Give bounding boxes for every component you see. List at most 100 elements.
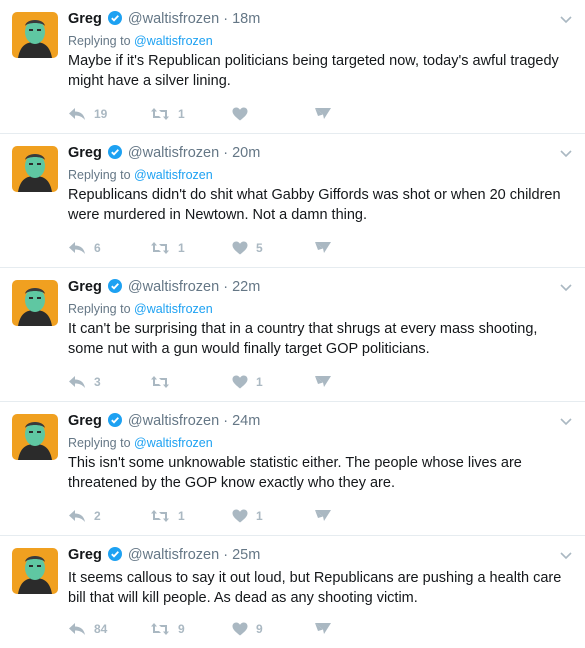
direct-message-button[interactable]: [314, 375, 396, 389]
tweet[interactable]: Greg @waltisfrozen · 24m Replying to @wa…: [0, 402, 585, 536]
reply-count: 2: [94, 509, 101, 523]
reply-button[interactable]: 2: [68, 509, 150, 523]
user-handle[interactable]: @waltisfrozen: [128, 279, 219, 295]
chevron-down-icon[interactable]: [559, 548, 573, 560]
replying-to-label: Replying to: [68, 302, 135, 316]
tweet-text: Republicans didn't do shit what Gabby Gi…: [68, 187, 561, 223]
retweet-button[interactable]: 9: [150, 622, 232, 636]
retweet-icon: [151, 510, 169, 522]
chevron-down-icon[interactable]: [559, 280, 573, 292]
like-button[interactable]: 5: [232, 241, 314, 255]
separator-dot: ·: [223, 11, 229, 27]
chevron-down-icon[interactable]: [559, 414, 573, 426]
user-handle[interactable]: @waltisfrozen: [128, 413, 219, 429]
tweet-header: Greg @waltisfrozen · 22m: [68, 278, 545, 298]
display-name[interactable]: Greg: [68, 145, 102, 161]
display-name[interactable]: Greg: [68, 11, 102, 27]
replying-to-link[interactable]: @waltisfrozen: [134, 168, 213, 182]
retweet-count: 9: [178, 622, 185, 636]
avatar[interactable]: [12, 146, 58, 192]
separator-dot: ·: [223, 547, 229, 563]
avatar-image: [12, 414, 58, 460]
direct-message-button[interactable]: [314, 622, 396, 636]
user-handle[interactable]: @waltisfrozen: [128, 145, 219, 161]
envelope-icon: [315, 108, 331, 119]
envelope-icon: [315, 242, 331, 253]
reply-icon: [69, 242, 85, 254]
reply-button[interactable]: 3: [68, 375, 150, 389]
retweet-button[interactable]: 1: [150, 509, 232, 523]
avatar[interactable]: [12, 280, 58, 326]
like-button[interactable]: 1: [232, 509, 314, 523]
like-button[interactable]: 9: [232, 622, 314, 636]
heart-icon: [232, 509, 248, 523]
replying-to-link[interactable]: @waltisfrozen: [134, 34, 213, 48]
separator-dot: ·: [223, 279, 229, 295]
tweet[interactable]: Greg @waltisfrozen · 20m Replying to @wa…: [0, 134, 585, 268]
retweet-button[interactable]: 1: [150, 241, 232, 255]
display-name[interactable]: Greg: [68, 547, 102, 563]
verified-badge-icon: [107, 547, 122, 566]
chevron-down-icon[interactable]: [559, 12, 573, 24]
user-handle[interactable]: @waltisfrozen: [128, 547, 219, 563]
retweet-button[interactable]: 1: [150, 107, 232, 121]
retweet-icon: [151, 108, 169, 120]
display-name[interactable]: Greg: [68, 279, 102, 295]
reply-button[interactable]: 6: [68, 241, 150, 255]
tweet-actions: 19 1: [68, 105, 396, 123]
avatar[interactable]: [12, 414, 58, 460]
tweet-feed: Greg @waltisfrozen · 18m Replying to @wa…: [0, 0, 585, 648]
direct-message-button[interactable]: [314, 509, 396, 523]
replying-to-link[interactable]: @waltisfrozen: [134, 436, 213, 450]
reply-button[interactable]: 84: [68, 622, 150, 636]
verified-badge-icon: [107, 11, 122, 30]
like-button[interactable]: 1: [232, 375, 314, 389]
direct-message-button[interactable]: [314, 241, 396, 255]
timestamp[interactable]: 18m: [232, 11, 260, 27]
heart-icon: [232, 622, 248, 636]
reply-icon: [69, 623, 85, 635]
timestamp[interactable]: 22m: [232, 279, 260, 295]
tweet[interactable]: Greg @waltisfrozen · 25m It seems callou…: [0, 536, 585, 648]
separator-dot: ·: [223, 145, 229, 161]
retweet-icon: [151, 376, 169, 388]
avatar[interactable]: [12, 12, 58, 58]
tweet[interactable]: Greg @waltisfrozen · 18m Replying to @wa…: [0, 0, 585, 134]
reply-count: 6: [94, 241, 101, 255]
retweet-count: 1: [178, 241, 185, 255]
tweet-actions: 2 1 1: [68, 507, 396, 525]
direct-message-button[interactable]: [314, 107, 396, 121]
replying-to: Replying to @waltisfrozen: [68, 167, 545, 183]
tweet-header: Greg @waltisfrozen · 20m: [68, 144, 545, 164]
replying-to: Replying to @waltisfrozen: [68, 33, 545, 49]
replying-to-link[interactable]: @waltisfrozen: [134, 302, 213, 316]
avatar-image: [12, 12, 58, 58]
replying-to-label: Replying to: [68, 436, 135, 450]
verified-badge-icon: [107, 145, 122, 164]
chevron-down-icon[interactable]: [559, 146, 573, 158]
retweet-icon: [151, 242, 169, 254]
reply-button[interactable]: 19: [68, 107, 150, 121]
tweet-text: This isn't some unknowable statistic eit…: [68, 455, 522, 491]
heart-icon: [232, 107, 248, 121]
tweet-text: It seems callous to say it out loud, but…: [68, 570, 562, 606]
user-handle[interactable]: @waltisfrozen: [128, 11, 219, 27]
avatar-image: [12, 548, 58, 594]
like-button[interactable]: [232, 107, 314, 121]
like-count: 1: [256, 375, 263, 389]
tweet[interactable]: Greg @waltisfrozen · 22m Replying to @wa…: [0, 268, 585, 402]
timestamp[interactable]: 25m: [232, 547, 260, 563]
tweet-header: Greg @waltisfrozen · 25m: [68, 546, 545, 566]
like-count: 9: [256, 622, 263, 636]
tweet-actions: 3 1: [68, 373, 396, 391]
display-name[interactable]: Greg: [68, 413, 102, 429]
reply-count: 84: [94, 622, 108, 636]
envelope-icon: [315, 376, 331, 387]
tweet-actions: 6 1 5: [68, 239, 396, 257]
avatar[interactable]: [12, 548, 58, 594]
heart-icon: [232, 241, 248, 255]
retweet-icon: [151, 623, 169, 635]
retweet-button[interactable]: [150, 375, 232, 389]
timestamp[interactable]: 24m: [232, 413, 260, 429]
timestamp[interactable]: 20m: [232, 145, 260, 161]
